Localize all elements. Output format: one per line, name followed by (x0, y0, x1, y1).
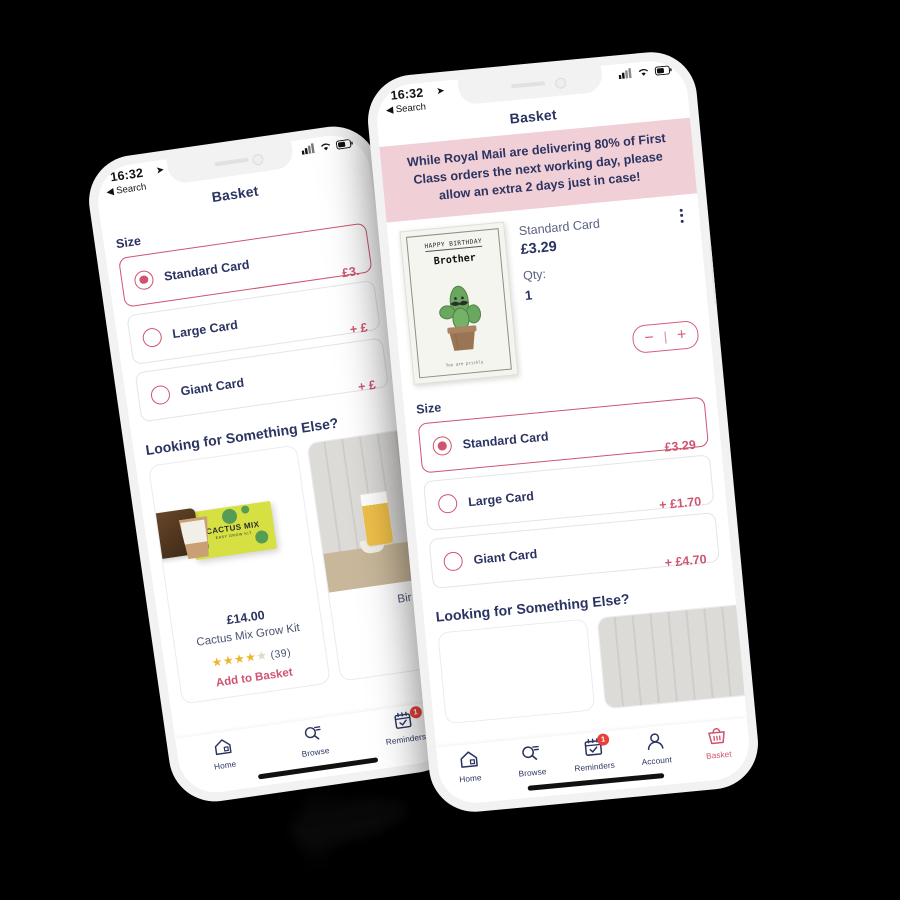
tab-reminders[interactable]: 1 Reminders (561, 733, 626, 775)
phone-front: 16:32 ➤ ◀ Search Basket While Royal Mail… (363, 48, 763, 816)
size-option-price: + £4.70 (664, 551, 708, 570)
basket-item: HAPPY BIRTHDAY Brother You are prickly S… (386, 192, 714, 394)
phone-shadow-stem (295, 787, 341, 863)
decrease-quantity-button[interactable]: − (635, 329, 664, 348)
tab-label: Browse (518, 767, 547, 779)
radio-icon (149, 383, 172, 406)
size-option-label: Large Card (171, 317, 239, 342)
size-option-price: + £1.70 (658, 493, 702, 512)
tab-bar-back: Home Browse 1 Reminders (175, 699, 455, 798)
status-time: 16:32 (389, 85, 425, 103)
product-tile-beer-front[interactable] (596, 603, 753, 709)
tab-bar: Home Browse 1 Reminders Account Basket (436, 717, 753, 807)
location-arrow-icon: ➤ (435, 85, 446, 98)
battery-icon (654, 65, 672, 75)
size-option-label: Standard Card (163, 257, 251, 284)
radio-icon (442, 551, 464, 572)
increase-quantity-button[interactable]: + (667, 326, 696, 345)
home-icon (460, 751, 478, 768)
recommendations-grid-back: CACTUS MIX EASY GROW KIT £14.00 Cactus M… (136, 421, 455, 707)
reminders-badge: 1 (596, 733, 610, 747)
basket-item-details: Standard Card £3.29 Qty: 1 − | + (518, 204, 701, 373)
size-section: Size Standard Card £3.29 Large Card + £1… (402, 364, 734, 606)
radio-icon (437, 493, 459, 515)
tab-label: Home (458, 773, 482, 785)
cactus-with-moustache-in-pot (405, 268, 515, 359)
power-button[interactable] (708, 243, 719, 306)
search-magnifier-icon (522, 745, 540, 760)
wifi-icon (320, 143, 331, 151)
tab-label: Reminders (574, 760, 616, 774)
size-option-label: Large Card (467, 488, 535, 509)
status-indicators (618, 64, 673, 80)
home-icon (214, 739, 232, 756)
battery-icon (335, 138, 353, 149)
radio-icon (141, 326, 163, 348)
person-icon (647, 733, 664, 751)
tab-label: Home (213, 759, 237, 772)
cellular-signal-icon (301, 143, 315, 155)
product-tile-cactus-kit[interactable]: CACTUS MIX EASY GROW KIT £14.00 Cactus M… (147, 444, 331, 705)
cellular-signal-icon (618, 68, 632, 80)
beer-glass-photo (597, 604, 753, 708)
size-option-price: + £ (348, 320, 369, 337)
card-product-image[interactable]: HAPPY BIRTHDAY Brother You are prickly (399, 221, 519, 385)
size-option-price: £3. (341, 263, 361, 281)
tab-browse-back[interactable]: Browse (266, 718, 361, 764)
wifi-icon (638, 68, 649, 76)
tab-label: Basket (705, 749, 733, 761)
size-section-back: Size Standard Card £3. Large Card + £ Gi… (101, 190, 404, 440)
tab-label: Account (641, 755, 673, 768)
kit-box: CACTUS MIX EASY GROW KIT (147, 500, 278, 561)
quantity-stepper[interactable]: − | + (631, 319, 700, 354)
tab-home-back[interactable]: Home (176, 731, 271, 777)
tab-basket[interactable]: Basket (685, 723, 750, 763)
status-indicators (301, 138, 354, 155)
size-option-label: Giant Card (472, 546, 538, 567)
tab-label: Browse (301, 746, 331, 759)
size-option-price: £3.29 (663, 437, 697, 455)
scene: 16:32 ➤ ◀ Search Basket Size Standard Ca… (0, 0, 900, 900)
product-tile-cactus-kit-front[interactable] (437, 618, 596, 724)
tab-home[interactable]: Home (437, 746, 502, 786)
radio-icon (133, 268, 155, 291)
basket-icon (708, 727, 726, 745)
phone-front-screen: 16:32 ➤ ◀ Search Basket While Royal Mail… (373, 57, 753, 807)
tab-account[interactable]: Account (623, 729, 688, 769)
size-option-price: + £ (357, 377, 377, 395)
search-magnifier-icon (304, 726, 321, 740)
size-option-label: Standard Card (462, 429, 550, 452)
tab-browse[interactable]: Browse (499, 741, 564, 781)
location-arrow-icon: ➤ (155, 164, 166, 177)
radio-icon (431, 435, 453, 457)
cactus-mix-grow-kit-photo: CACTUS MIX EASY GROW KIT (147, 445, 318, 616)
size-option-label: Giant Card (179, 375, 245, 399)
